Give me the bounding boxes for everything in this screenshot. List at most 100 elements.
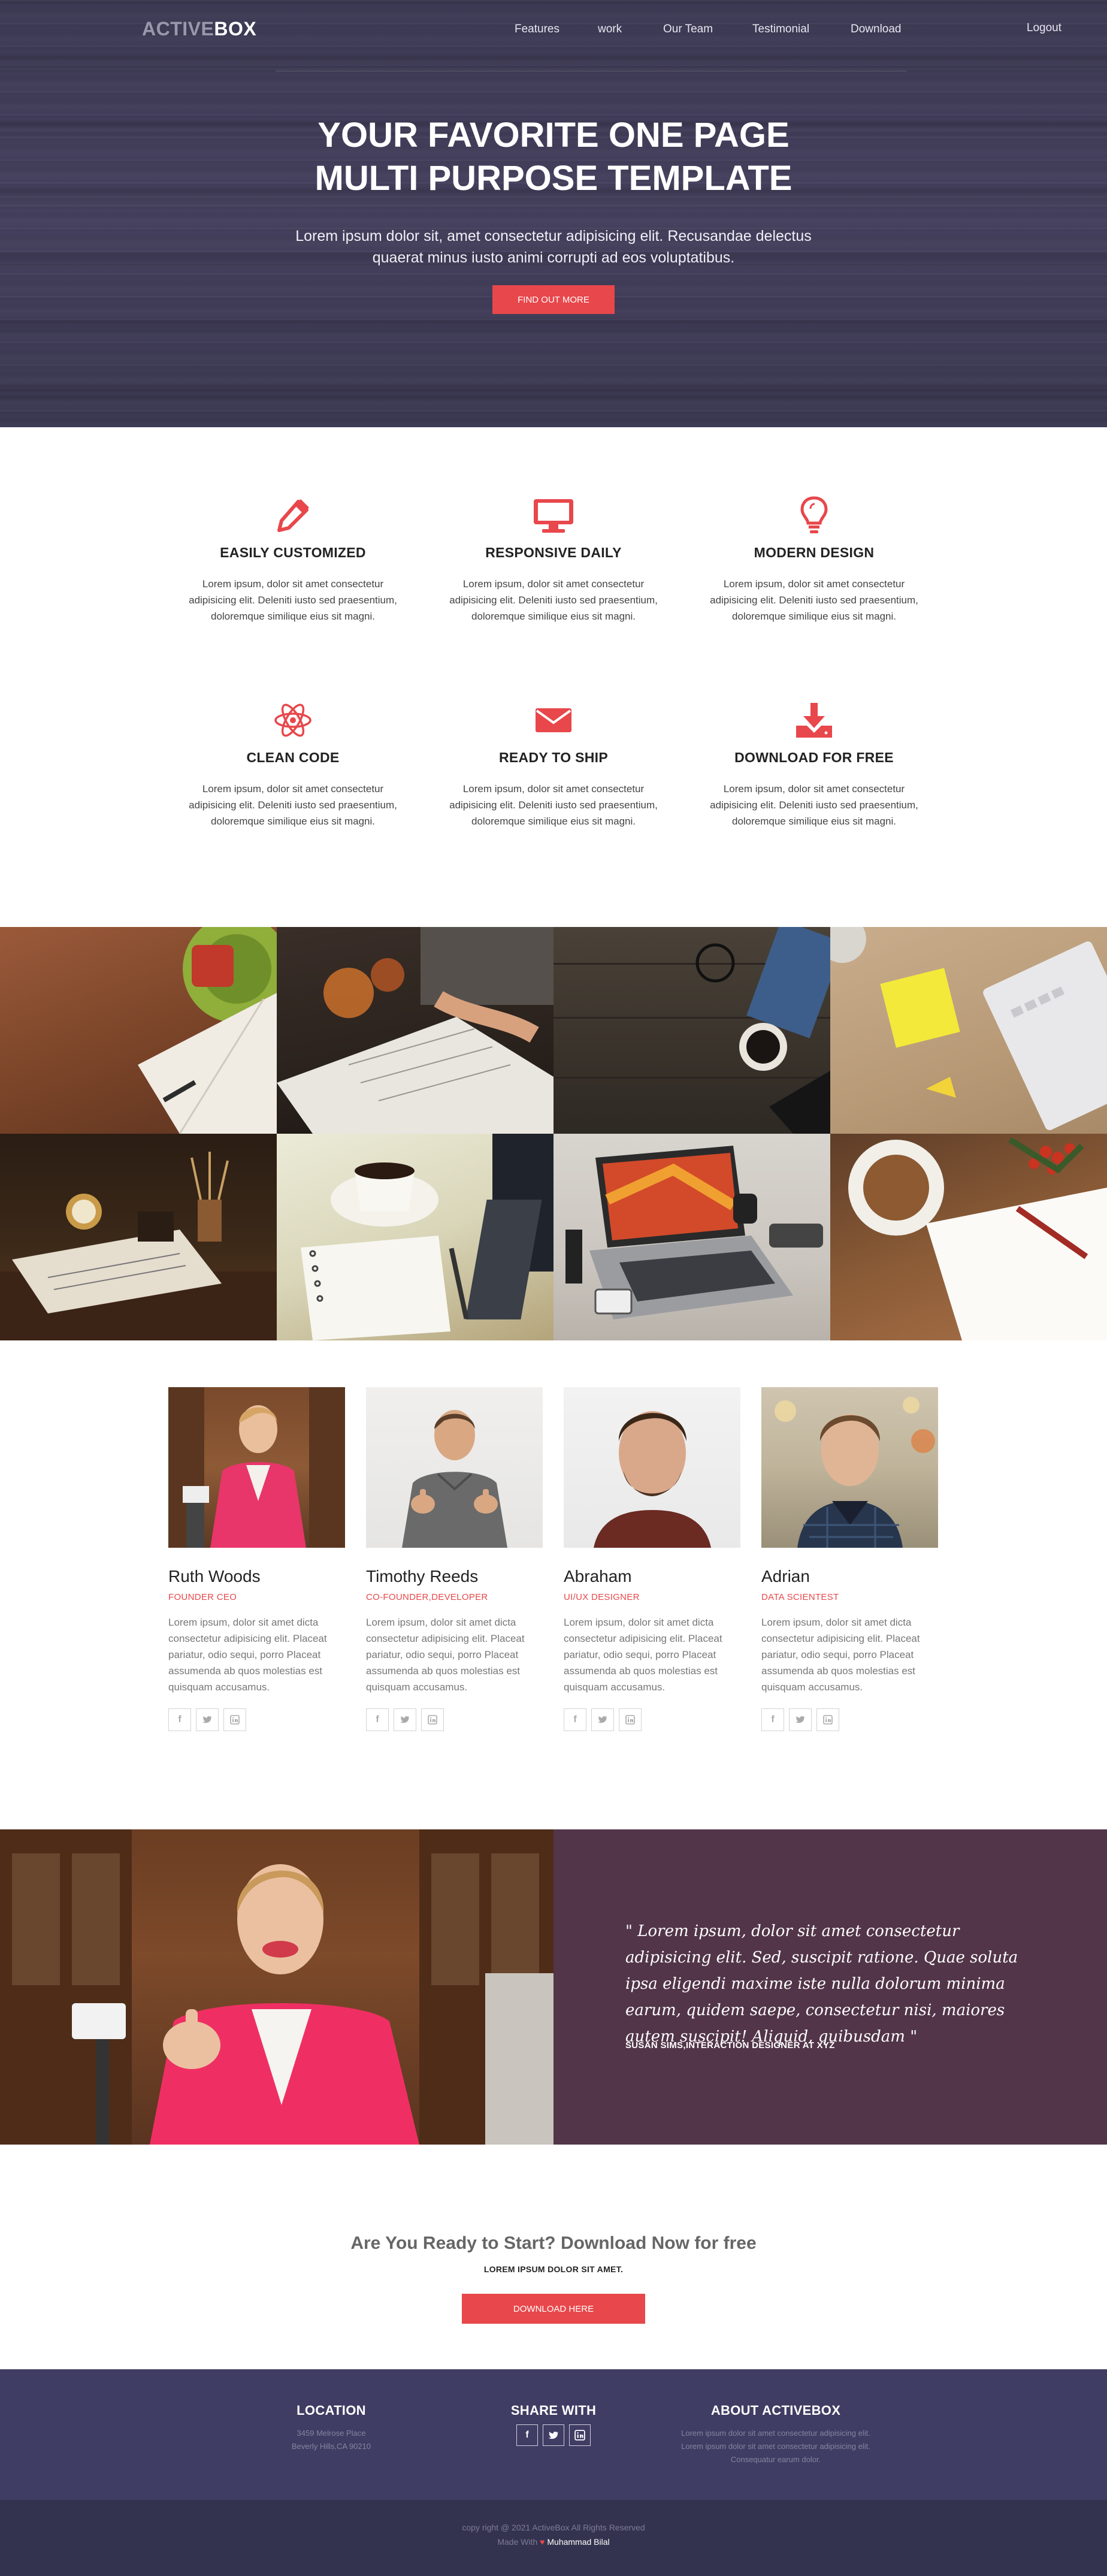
twitter-icon[interactable] bbox=[196, 1708, 219, 1731]
facebook-icon[interactable]: f bbox=[168, 1708, 191, 1731]
linkedin-icon[interactable] bbox=[569, 2424, 591, 2446]
made-with-label: Made With bbox=[497, 2537, 538, 2547]
footer-about-line2: Lorem ipsum dolor sit amet consectetur a… bbox=[681, 2442, 870, 2451]
team-member-photo bbox=[366, 1387, 543, 1548]
gallery-photo-clock-desk[interactable] bbox=[0, 1134, 277, 1340]
twitter-icon[interactable] bbox=[789, 1708, 812, 1731]
gallery-photo-keyboard-sticky[interactable] bbox=[830, 927, 1107, 1134]
team-member-desc: Lorem ipsum, dolor sit amet dicta consec… bbox=[761, 1617, 920, 1693]
team-section: Ruth Woods FOUNDER CEO Lorem ipsum, dolo… bbox=[0, 1340, 1107, 1829]
monitor-icon bbox=[440, 494, 667, 536]
team-member-social: f bbox=[564, 1708, 740, 1731]
feature-desc: Lorem ipsum, dolor sit amet consectetur … bbox=[189, 783, 397, 827]
gallery-photo-coffee-paper-pen[interactable] bbox=[830, 1134, 1107, 1340]
twitter-icon[interactable] bbox=[394, 1708, 416, 1731]
nav-link-testimonial[interactable]: Testimonial bbox=[752, 23, 851, 36]
gallery-photo-coffee-notebook-laptop[interactable] bbox=[277, 1134, 554, 1340]
footer-social-links: f bbox=[470, 2424, 637, 2446]
gallery-photo-coffee-notebook[interactable] bbox=[0, 927, 277, 1134]
gallery-photo-laptop-phone[interactable] bbox=[554, 1134, 830, 1340]
team-member-name: Adrian bbox=[761, 1567, 810, 1586]
download-cta-section: Are You Ready to Start? Download Now for… bbox=[0, 2145, 1107, 2369]
hero-title-line2: MULTI PURPOSE TEMPLATE bbox=[314, 159, 793, 198]
testimonial-author: SUSAN SIMS,INTERACTION DESIGNER AT XYZ bbox=[625, 2040, 835, 2050]
team-member-name: Abraham bbox=[564, 1567, 632, 1586]
nav-links: Features work Our Team Testimonial Downl… bbox=[515, 23, 922, 36]
feature-title: RESPONSIVE DAILY bbox=[485, 545, 622, 560]
download-here-button[interactable]: DOWNLOAD HERE bbox=[462, 2294, 645, 2324]
team-member-social: f bbox=[761, 1708, 938, 1731]
footer-share-title: SHARE WITH bbox=[510, 2403, 597, 2418]
feature-title: READY TO SHIP bbox=[499, 750, 608, 765]
copyright-text: copy right @ 2021 ActiveBox All Rights R… bbox=[462, 2523, 645, 2532]
feature-desc: Lorem ipsum, dolor sit amet consectetur … bbox=[710, 783, 918, 827]
team-member-card: Timothy Reeds CO-FOUNDER,DEVELOPER Lorem… bbox=[366, 1387, 543, 1731]
brand-logo[interactable]: ACTIVEBOX bbox=[142, 18, 256, 40]
cta-title: Are You Ready to Start? Download Now for… bbox=[350, 2233, 757, 2253]
team-member-role: DATA SCIENTEST bbox=[761, 1592, 839, 1602]
footer-about-title: ABOUT ACTIVEBOX bbox=[710, 2403, 841, 2418]
feature-desc: Lorem ipsum, dolor sit amet consectetur … bbox=[189, 578, 397, 622]
facebook-icon[interactable]: f bbox=[516, 2424, 538, 2446]
team-member-photo bbox=[168, 1387, 345, 1548]
hero-section: ACTIVEBOX Features work Our Team Testimo… bbox=[0, 0, 1107, 427]
linkedin-icon[interactable] bbox=[223, 1708, 246, 1731]
team-member-photo bbox=[564, 1387, 740, 1548]
nav-link-features[interactable]: Features bbox=[515, 23, 598, 36]
team-member-name: Ruth Woods bbox=[168, 1567, 261, 1586]
feature-title: EASILY CUSTOMIZED bbox=[220, 545, 366, 560]
facebook-icon[interactable]: f bbox=[564, 1708, 586, 1731]
nav-link-download[interactable]: Download bbox=[851, 23, 922, 36]
team-member-desc: Lorem ipsum, dolor sit amet dicta consec… bbox=[564, 1617, 722, 1693]
feature-card: EASILY CUSTOMIZED Lorem ipsum, dolor sit… bbox=[179, 494, 407, 624]
cta-subtitle: LOREM IPSUM DOLOR SIT AMET. bbox=[483, 2264, 624, 2274]
team-member-desc: Lorem ipsum, dolor sit amet dicta consec… bbox=[366, 1617, 525, 1693]
team-member-card: Abraham UI/UX DESIGNER Lorem ipsum, dolo… bbox=[564, 1387, 740, 1731]
brand-logo-part2: BOX bbox=[214, 18, 257, 40]
team-member-social: f bbox=[168, 1708, 345, 1731]
feature-card: DOWNLOAD FOR FREE Lorem ipsum, dolor sit… bbox=[700, 699, 928, 829]
pencil-icon bbox=[179, 494, 407, 536]
linkedin-icon[interactable] bbox=[619, 1708, 642, 1731]
feature-card: MODERN DESIGN Lorem ipsum, dolor sit ame… bbox=[700, 494, 928, 624]
linkedin-icon[interactable] bbox=[816, 1708, 839, 1731]
feature-title: DOWNLOAD FOR FREE bbox=[734, 750, 894, 765]
team-member-role: FOUNDER CEO bbox=[168, 1592, 237, 1602]
hero-title: YOUR FAVORITE ONE PAGE MULTI PURPOSE TEM… bbox=[0, 114, 1107, 200]
navbar: ACTIVEBOX Features work Our Team Testimo… bbox=[0, 0, 1107, 60]
facebook-icon[interactable]: f bbox=[761, 1708, 784, 1731]
atom-icon bbox=[179, 699, 407, 741]
feature-desc: Lorem ipsum, dolor sit amet consectetur … bbox=[449, 578, 658, 622]
footer-location-text: 3459 Melrose Place Beverly Hills,CA 9021… bbox=[235, 2427, 427, 2453]
hero-subtitle: Lorem ipsum dolor sit, amet consectetur … bbox=[295, 228, 812, 266]
gallery-photo-desk-glasses[interactable] bbox=[554, 927, 830, 1134]
footer-about: ABOUT ACTIVEBOX Lorem ipsum dolor sit am… bbox=[644, 2403, 908, 2466]
feature-card: READY TO SHIP Lorem ipsum, dolor sit ame… bbox=[440, 699, 667, 829]
team-member-card: Ruth Woods FOUNDER CEO Lorem ipsum, dolo… bbox=[168, 1387, 345, 1731]
team-member-role: UI/UX DESIGNER bbox=[564, 1592, 640, 1602]
twitter-icon[interactable] bbox=[543, 2424, 564, 2446]
team-member-photo bbox=[761, 1387, 938, 1548]
copyright-bar: copy right @ 2021 ActiveBox All Rights R… bbox=[0, 2500, 1107, 2576]
feature-desc: Lorem ipsum, dolor sit amet consectetur … bbox=[710, 578, 918, 622]
team-member-card: Adrian DATA SCIENTEST Lorem ipsum, dolor… bbox=[761, 1387, 938, 1731]
testimonial-photo bbox=[0, 1829, 554, 2145]
footer-about-line1: Lorem ipsum dolor sit amet consectetur a… bbox=[681, 2429, 870, 2438]
nav-link-our-team[interactable]: Our Team bbox=[663, 23, 752, 36]
author-name[interactable]: Muhammad Bilal bbox=[547, 2537, 609, 2547]
brand-logo-part1: ACTIVE bbox=[142, 18, 214, 40]
find-out-more-button[interactable]: FIND OUT MORE bbox=[492, 285, 615, 314]
lightbulb-icon bbox=[700, 494, 928, 536]
footer-location-title: LOCATION bbox=[297, 2403, 366, 2418]
team-member-desc: Lorem ipsum, dolor sit amet dicta consec… bbox=[168, 1617, 327, 1693]
logout-link[interactable]: Logout bbox=[1027, 22, 1061, 35]
team-member-name: Timothy Reeds bbox=[366, 1567, 479, 1586]
facebook-icon[interactable]: f bbox=[366, 1708, 389, 1731]
team-member-role: CO-FOUNDER,DEVELOPER bbox=[366, 1592, 488, 1602]
heart-icon: ♥ bbox=[540, 2537, 545, 2547]
gallery-photo-working-table[interactable] bbox=[277, 927, 554, 1134]
nav-link-work[interactable]: work bbox=[598, 23, 663, 36]
twitter-icon[interactable] bbox=[591, 1708, 614, 1731]
linkedin-icon[interactable] bbox=[421, 1708, 444, 1731]
footer-share: SHARE WITH f bbox=[470, 2403, 637, 2446]
